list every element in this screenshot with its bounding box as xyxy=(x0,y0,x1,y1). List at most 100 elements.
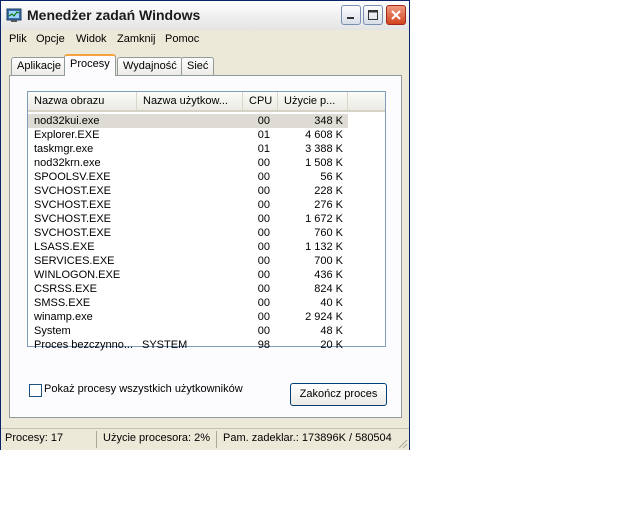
process-cpu: 00 xyxy=(257,171,270,183)
process-memory: 4 608 K xyxy=(305,129,343,141)
process-row[interactable]: SVCHOST.EXE 00 1 672 K xyxy=(28,212,348,226)
process-name: WINLOGON.EXE xyxy=(34,269,121,281)
process-name: taskmgr.exe xyxy=(34,143,94,155)
process-name: nod32kui.exe xyxy=(34,115,100,127)
list-header: Nazwa obrazu Nazwa użytkow... CPU Użycie… xyxy=(28,92,385,112)
process-cpu: 01 xyxy=(257,143,270,155)
process-memory: 700 K xyxy=(314,255,343,267)
status-process-count: Procesy: 17 xyxy=(5,432,64,444)
process-name: SMSS.EXE xyxy=(34,297,91,309)
process-name: System xyxy=(34,325,71,337)
process-cpu: 98 xyxy=(257,339,270,351)
process-cpu: 00 xyxy=(257,157,270,169)
process-row[interactable]: WINLOGON.EXE 00 436 K xyxy=(28,268,348,282)
resize-grip-icon[interactable] xyxy=(396,437,408,449)
column-header-image-name[interactable]: Nazwa obrazu xyxy=(28,92,137,110)
process-row[interactable]: CSRSS.EXE 00 824 K xyxy=(28,282,348,296)
process-name: SVCHOST.EXE xyxy=(34,199,112,211)
process-memory: 824 K xyxy=(314,283,343,295)
process-row[interactable]: SMSS.EXE 00 40 K xyxy=(28,296,348,310)
status-bar: Procesy: 17 Użycie procesora: 2% Pam. za… xyxy=(1,428,409,450)
process-row[interactable]: taskmgr.exe 01 3 388 K xyxy=(28,142,348,156)
menu-plik[interactable]: Plik xyxy=(9,33,27,45)
process-user: SYSTEM xyxy=(142,339,188,351)
process-memory: 3 388 K xyxy=(305,143,343,155)
task-manager-icon xyxy=(6,8,22,22)
process-cpu: 00 xyxy=(257,241,270,253)
process-memory: 1 672 K xyxy=(305,213,343,225)
process-cpu: 00 xyxy=(257,283,270,295)
process-row[interactable]: SVCHOST.EXE 00 228 K xyxy=(28,184,348,198)
column-header-memory[interactable]: Użycie p... xyxy=(278,92,348,110)
process-cpu: 00 xyxy=(257,213,270,225)
tab-wydajnosc[interactable]: Wydajność xyxy=(117,57,183,75)
process-cpu: 00 xyxy=(257,185,270,197)
process-row[interactable]: nod32krn.exe 00 1 508 K xyxy=(28,156,348,170)
process-name: SVCHOST.EXE xyxy=(34,213,112,225)
process-row[interactable]: winamp.exe 00 2 924 K xyxy=(28,310,348,324)
process-row[interactable]: SPOOLSV.EXE 00 56 K xyxy=(28,170,348,184)
menu-bar: Plik Opcje Widok Zamknij Pomoc xyxy=(1,30,409,49)
process-memory: 228 K xyxy=(314,185,343,197)
process-row[interactable]: Explorer.EXE 01 4 608 K xyxy=(28,128,348,142)
process-cpu: 00 xyxy=(257,311,270,323)
column-header-cpu[interactable]: CPU xyxy=(243,92,278,110)
status-cpu-usage: Użycie procesora: 2% xyxy=(103,432,210,444)
process-name: winamp.exe xyxy=(34,311,93,323)
tab-aplikacje[interactable]: Aplikacje xyxy=(11,57,68,75)
process-name: CSRSS.EXE xyxy=(34,283,97,295)
process-name: nod32krn.exe xyxy=(34,157,101,169)
process-name: Proces bezczynno... xyxy=(34,339,134,351)
process-name: SVCHOST.EXE xyxy=(34,227,112,239)
process-row[interactable]: LSASS.EXE 00 1 132 K xyxy=(28,240,348,254)
window-title: Menedżer zadań Windows xyxy=(27,7,201,23)
process-list[interactable]: Nazwa obrazu Nazwa użytkow... CPU Użycie… xyxy=(27,91,386,351)
menu-widok[interactable]: Widok xyxy=(76,33,107,45)
process-cpu: 00 xyxy=(257,269,270,281)
process-cpu: 00 xyxy=(257,325,270,337)
process-name: LSASS.EXE xyxy=(34,241,95,253)
close-button[interactable] xyxy=(386,5,406,25)
process-cpu: 00 xyxy=(257,255,270,267)
process-cpu: 01 xyxy=(257,129,270,141)
status-separator xyxy=(216,431,217,448)
processes-panel: Nazwa obrazu Nazwa użytkow... CPU Użycie… xyxy=(9,75,402,418)
process-memory: 436 K xyxy=(314,269,343,281)
process-cpu: 00 xyxy=(257,199,270,211)
process-memory: 760 K xyxy=(314,227,343,239)
process-row[interactable]: SERVICES.EXE 00 700 K xyxy=(28,254,348,268)
process-row[interactable]: SVCHOST.EXE 00 760 K xyxy=(28,226,348,240)
end-process-button[interactable]: Zakończ proces xyxy=(290,383,387,406)
process-memory: 348 K xyxy=(314,115,343,127)
process-row[interactable]: System 00 48 K xyxy=(28,324,348,338)
tab-procesy[interactable]: Procesy xyxy=(64,54,116,76)
process-memory: 40 K xyxy=(320,297,343,309)
status-separator xyxy=(96,431,97,448)
process-memory: 20 K xyxy=(320,339,343,351)
menu-pomoc[interactable]: Pomoc xyxy=(165,33,199,45)
process-row[interactable]: SVCHOST.EXE 00 276 K xyxy=(28,198,348,212)
process-name: Explorer.EXE xyxy=(34,129,100,141)
column-header-user-name[interactable]: Nazwa użytkow... xyxy=(137,92,243,110)
process-cpu: 00 xyxy=(257,115,270,127)
tab-siec[interactable]: Sieć xyxy=(181,57,215,75)
maximize-button[interactable] xyxy=(363,5,383,25)
process-memory: 1 132 K xyxy=(305,241,343,253)
process-name: SERVICES.EXE xyxy=(34,255,115,267)
menu-opcje[interactable]: Opcje xyxy=(36,33,65,45)
close-icon xyxy=(391,10,401,20)
title-bar[interactable]: Menedżer zadań Windows xyxy=(1,1,409,31)
show-all-label: Pokaż procesy wszystkich użytkowników xyxy=(44,383,243,395)
show-all-checkbox[interactable] xyxy=(29,384,42,397)
process-memory: 1 508 K xyxy=(305,157,343,169)
task-manager-window: Menedżer zadań Windows Plik Opcje Widok … xyxy=(0,0,410,450)
process-row[interactable]: Proces bezczynno... SYSTEM 98 20 K xyxy=(28,338,348,352)
minimize-button[interactable] xyxy=(341,5,361,25)
status-commit-charge: Pam. zadeklar.: 173896K / 580504 xyxy=(223,432,392,444)
process-name: SPOOLSV.EXE xyxy=(34,171,111,183)
process-row[interactable]: nod32kui.exe 00 348 K xyxy=(28,114,348,128)
process-memory: 56 K xyxy=(320,171,343,183)
process-name: SVCHOST.EXE xyxy=(34,185,112,197)
menu-zamknij[interactable]: Zamknij xyxy=(117,33,156,45)
process-cpu: 00 xyxy=(257,297,270,309)
